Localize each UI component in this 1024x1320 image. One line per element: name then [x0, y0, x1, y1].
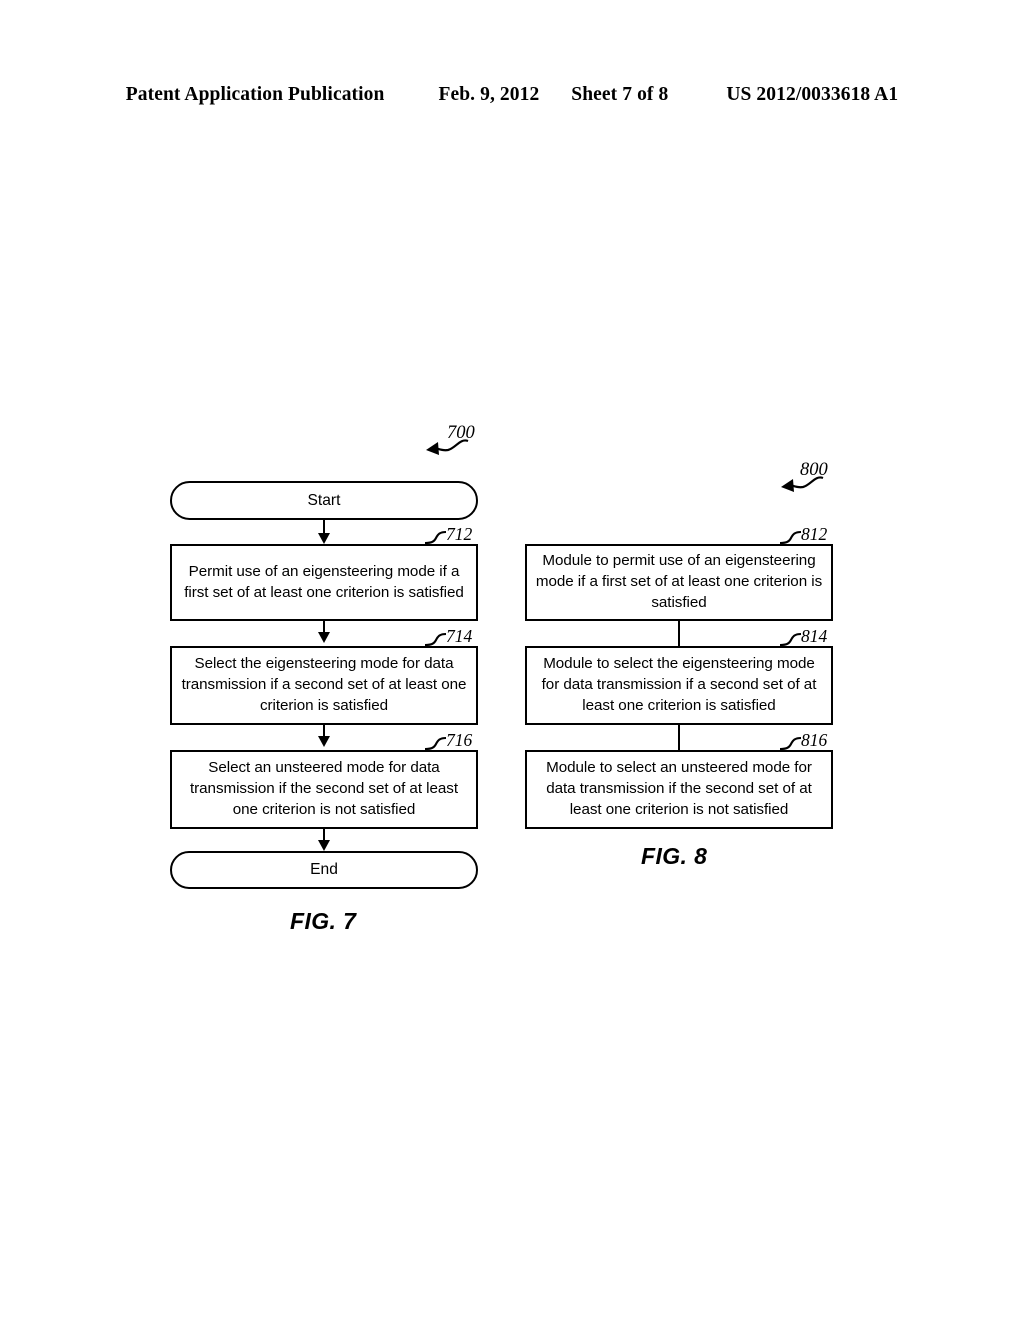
- fig7-arrowhead-1: [317, 533, 330, 544]
- fig8-node-812: Module to permit use of an eigensteering…: [525, 544, 833, 621]
- fig7-refnum-712: 712: [446, 524, 473, 544]
- fig7-node-714: Select the eigensteering mode for data t…: [170, 646, 478, 725]
- fig7-refnum-712-leader: [424, 530, 447, 545]
- fig8-refnum-812-leader: [779, 530, 802, 545]
- fig7-node-714-label: Select the eigensteering mode for data t…: [181, 655, 467, 714]
- figure-callout-800-arrow: [781, 476, 824, 492]
- figure-7-caption: FIG. 7: [290, 908, 357, 934]
- fig8-node-814-label: Module to select the eigensteering mode …: [541, 655, 817, 714]
- fig7-refnum-716-leader: [424, 736, 447, 751]
- fig8-node-814: Module to select the eigensteering mode …: [525, 646, 833, 725]
- fig8-connector-2: [677, 725, 681, 750]
- fig7-node-end-label: End: [310, 861, 338, 878]
- fig8-node-812-label: Module to permit use of an eigensteering…: [535, 552, 823, 611]
- fig7-refnum-714-leader: [424, 632, 447, 647]
- fig8-refnum-812: 812: [801, 524, 828, 544]
- fig7-arrowhead-2: [317, 632, 330, 643]
- fig7-node-end: End: [170, 851, 478, 889]
- fig7-refnum-714: 714: [446, 626, 473, 646]
- fig7-node-712: Permit use of an eigensteering mode if a…: [170, 544, 478, 621]
- fig7-refnum-716: 716: [446, 730, 473, 750]
- fig7-node-716-label: Select an unsteered mode for data transm…: [189, 759, 459, 818]
- fig8-node-816-label: Module to select an unsteered mode for d…: [546, 759, 812, 818]
- fig8-refnum-814: 814: [801, 626, 828, 646]
- fig7-node-716: Select an unsteered mode for data transm…: [170, 750, 478, 829]
- fig7-node-712-label: Permit use of an eigensteering mode if a…: [184, 562, 464, 601]
- figure-callout-700-arrow: [426, 439, 469, 455]
- fig7-arrowhead-3: [317, 736, 330, 747]
- drawing-sheet: 700 Start Permit use of an eigensteering…: [0, 0, 1024, 1320]
- fig8-refnum-814-leader: [779, 632, 802, 647]
- fig8-node-816: Module to select an unsteered mode for d…: [525, 750, 833, 829]
- figure-8-caption: FIG. 8: [641, 843, 708, 869]
- fig8-connector-1: [677, 621, 681, 646]
- fig7-node-start-label: Start: [307, 491, 341, 509]
- fig7-arrowhead-4: [317, 840, 330, 851]
- fig8-refnum-816-leader: [779, 736, 802, 751]
- fig8-refnum-816: 816: [801, 730, 828, 750]
- fig7-node-start: Start: [170, 481, 478, 520]
